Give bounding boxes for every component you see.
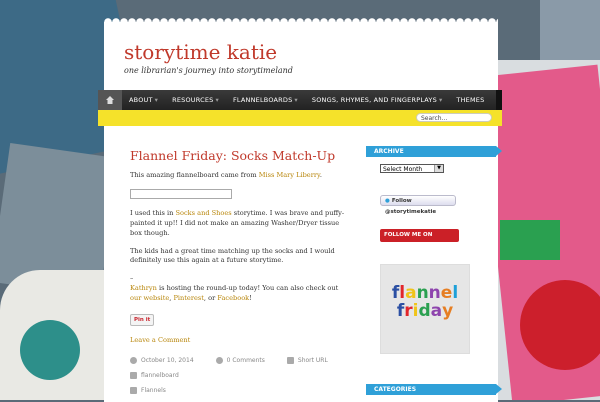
widget-title-archive: ARCHIVE <box>366 146 502 157</box>
link-our-website[interactable]: our website <box>130 294 169 302</box>
tag-icon <box>130 372 137 380</box>
widget-title-categories: CATEGORIES <box>366 384 502 395</box>
twitter-follow-button[interactable]: ● Follow @storytimekatie <box>380 195 456 215</box>
chevron-down-icon: ▾ <box>294 96 298 104</box>
clock-icon <box>130 357 137 365</box>
post-meta: October 10, 2014 0 Comments Short URL <box>130 356 350 365</box>
nav-item-about[interactable]: ABOUT ▾ <box>122 96 165 104</box>
tag-link[interactable]: Flannels <box>141 386 166 395</box>
nav-item-themes[interactable]: THEMES <box>449 96 491 104</box>
nav-item-resources[interactable]: RESOURCES ▾ <box>165 96 226 104</box>
pin-it-button[interactable]: Pin it <box>130 314 155 327</box>
link-facebook[interactable]: Facebook <box>217 294 249 302</box>
nav-item-flannelboards[interactable]: FLANNELBOARDS ▾ <box>226 96 305 104</box>
site-tagline: one librarian's journey into storytimela… <box>124 66 293 75</box>
link-miss-mary-liberry[interactable]: Miss Mary Liberry <box>259 171 320 179</box>
post-paragraph: This amazing flannelboard came from Miss… <box>130 171 322 179</box>
search-input[interactable]: Search... <box>416 113 492 122</box>
post-paragraph: The kids had a great time matching up th… <box>130 246 335 265</box>
embedded-image-placeholder <box>130 188 232 199</box>
post-tags: Flannels <box>130 386 350 395</box>
chevron-down-icon: ▾ <box>215 96 219 104</box>
link-icon <box>286 357 294 365</box>
search-bar: Search... <box>98 110 502 126</box>
nav-end-cap <box>496 90 502 110</box>
chevron-down-icon: ▾ <box>154 96 159 104</box>
post-title[interactable]: Flannel Friday: Socks Match-Up <box>130 148 350 163</box>
home-icon <box>106 96 114 104</box>
link-socks-and-shoes[interactable]: Socks and Shoes <box>176 209 232 217</box>
tags-icon <box>130 387 137 395</box>
post-category: flannelboard <box>130 371 350 380</box>
chevron-down-icon: ▾ <box>438 96 443 104</box>
site-title[interactable]: storytime katie <box>124 40 277 64</box>
pinterest-follow-button[interactable]: FOLLOW ME ON Pinterest <box>380 229 459 252</box>
post-date: October 10, 2014 <box>141 357 194 365</box>
comment-count-link[interactable]: 0 Comments <box>227 356 265 365</box>
archive-month-select[interactable]: Select Month ▼ <box>380 164 444 173</box>
twitter-bird-icon: ● <box>385 198 390 204</box>
link-pinterest[interactable]: Pinterest <box>173 294 203 302</box>
link-kathryn[interactable]: Kathryn <box>130 284 157 292</box>
category-link[interactable]: flannelboard <box>141 371 179 380</box>
post: Flannel Friday: Socks Match-Up This amaz… <box>130 148 350 401</box>
flannel-friday-badge[interactable]: flannel friday <box>380 264 470 354</box>
short-url-link[interactable]: Short URL <box>298 356 328 365</box>
post-paragraph: I used this in Socks and Shoes storytime… <box>130 208 345 237</box>
friday-word: friday <box>396 300 454 321</box>
nav-item-songs[interactable]: SONGS, RHYMES, AND FINGERPLAYS ▾ <box>305 96 450 104</box>
main-nav: ABOUT ▾ RESOURCES ▾ FLANNELBOARDS ▾ SONGS, … <box>98 90 502 110</box>
post-paragraph: – Kathryn is hosting the round-up today!… <box>130 274 339 303</box>
chevron-down-icon: ▼ <box>434 165 443 172</box>
comment-icon <box>215 357 223 365</box>
home-button[interactable] <box>98 90 122 110</box>
leave-comment-link[interactable]: Leave a Comment <box>130 336 190 344</box>
